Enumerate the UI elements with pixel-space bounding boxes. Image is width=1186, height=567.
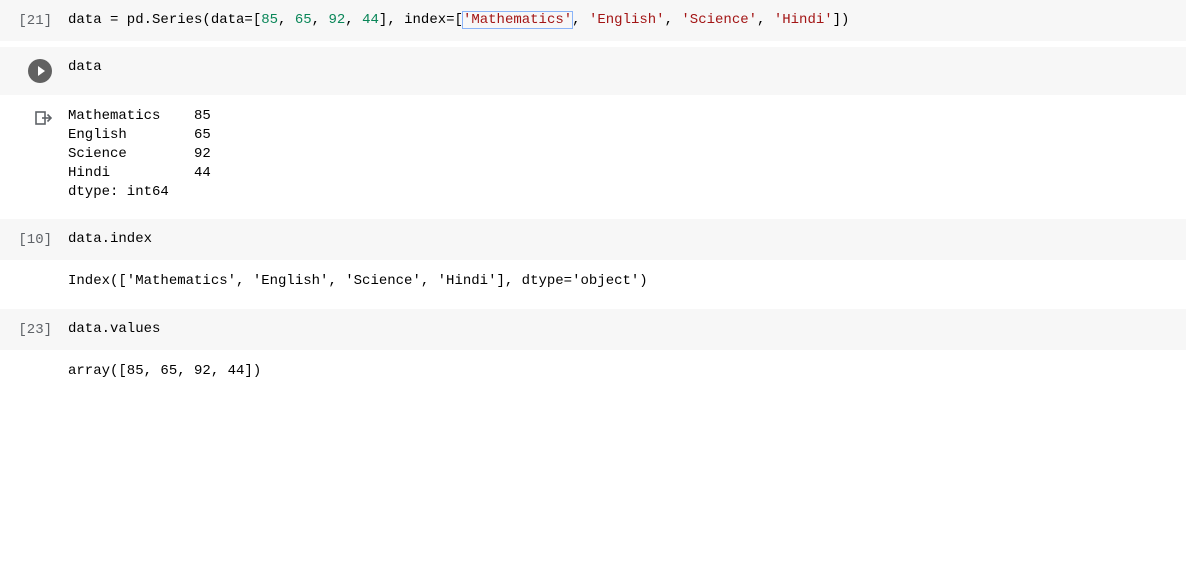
code-content[interactable]: data.index bbox=[60, 231, 1186, 247]
output-text: array([85, 65, 92, 44]) bbox=[60, 362, 1186, 381]
code-cell-data[interactable]: data bbox=[0, 47, 1186, 95]
code-cell-10[interactable]: [10] data.index bbox=[0, 219, 1186, 260]
code-content[interactable]: data.values bbox=[60, 321, 1186, 337]
output-row: Index(['Mathematics', 'English', 'Scienc… bbox=[0, 260, 1186, 303]
code-content[interactable]: data = pd.Series(data=[85, 65, 92, 44], … bbox=[60, 12, 1186, 28]
output-text: Mathematics 85 English 65 Science 92 Hin… bbox=[60, 107, 1186, 201]
exec-count: [10] bbox=[0, 231, 60, 248]
output-gutter bbox=[0, 362, 60, 363]
output-row: Mathematics 85 English 65 Science 92 Hin… bbox=[0, 95, 1186, 213]
output-arrow-icon bbox=[0, 107, 60, 127]
exec-count: [23] bbox=[0, 321, 60, 338]
code-cell-23[interactable]: [23] data.values bbox=[0, 309, 1186, 350]
exec-count: [21] bbox=[0, 12, 60, 29]
code-cell-21[interactable]: [21] data = pd.Series(data=[85, 65, 92, … bbox=[0, 0, 1186, 41]
output-text: Index(['Mathematics', 'English', 'Scienc… bbox=[60, 272, 1186, 291]
output-gutter bbox=[0, 272, 60, 273]
play-icon bbox=[28, 59, 52, 83]
run-button[interactable] bbox=[0, 59, 60, 83]
code-content[interactable]: data bbox=[60, 59, 1186, 75]
output-row: array([85, 65, 92, 44]) bbox=[0, 350, 1186, 393]
